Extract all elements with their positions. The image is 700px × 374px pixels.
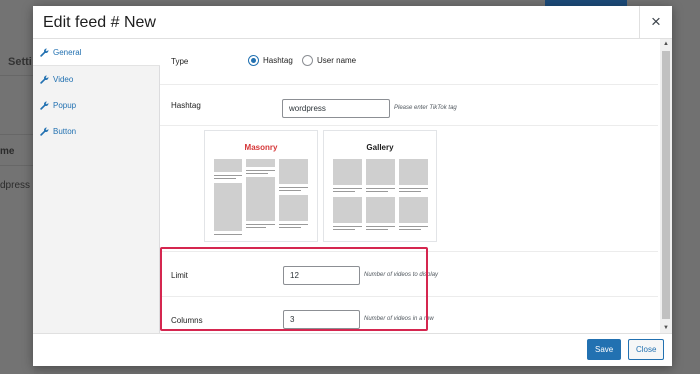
- columns-hint: Number of videos in a row: [364, 316, 434, 322]
- background-divider: [0, 75, 34, 76]
- layout-row: [160, 126, 658, 252]
- radio-label: User name: [317, 56, 357, 65]
- general-settings-panel: Type Hashtag User name Hashtag wordpress…: [160, 39, 658, 333]
- sidebar-item-general[interactable]: General: [33, 39, 160, 66]
- hashtag-label: Hashtag: [171, 101, 201, 110]
- type-option-username[interactable]: User name: [302, 55, 356, 66]
- type-label: Type: [171, 57, 189, 66]
- wrench-icon: [40, 48, 49, 57]
- radio-label: Hashtag: [263, 56, 293, 65]
- hashtag-row: Hashtag wordpress Please enter TikTok ta…: [160, 85, 658, 126]
- modal-header: Edit feed # New ×: [33, 6, 672, 39]
- type-row: Type Hashtag User name: [160, 39, 658, 85]
- modal-title: Edit feed # New: [43, 14, 156, 31]
- edit-feed-modal: Edit feed # New × General Video Popup Bu…: [33, 6, 672, 366]
- sidebar-item-video[interactable]: Video: [33, 66, 159, 92]
- sidebar-item-button[interactable]: Button: [33, 118, 159, 144]
- background-name-text: me: [0, 146, 15, 157]
- save-button[interactable]: Save: [587, 339, 622, 360]
- background-settings-text: Setti: [8, 56, 32, 68]
- sidebar-item-popup[interactable]: Popup: [33, 92, 159, 118]
- background-divider: [0, 134, 34, 135]
- columns-row: Columns 3 Number of videos in a row: [160, 297, 658, 333]
- limit-label: Limit: [171, 271, 188, 280]
- content-scrollbar[interactable]: ▲ ▼: [660, 39, 672, 333]
- wrench-icon: [40, 101, 49, 110]
- wrench-icon: [40, 127, 49, 136]
- scroll-down-icon[interactable]: ▼: [660, 323, 672, 333]
- close-button[interactable]: Close: [628, 339, 665, 360]
- hashtag-input[interactable]: wordpress: [282, 99, 390, 118]
- limit-row: Limit 12 Number of videos to display: [160, 252, 658, 297]
- columns-input[interactable]: 3: [283, 310, 360, 329]
- type-option-hashtag[interactable]: Hashtag: [248, 55, 293, 66]
- radio-unselected-icon: [302, 55, 313, 66]
- background-wordpress-text: dpress: [0, 180, 31, 191]
- sidebar-item-label: General: [53, 47, 82, 57]
- sidebar-item-label: Video: [53, 74, 74, 84]
- limit-hint: Number of videos to display: [364, 272, 439, 278]
- hashtag-hint: Please enter TikTok tag: [394, 105, 457, 111]
- scrollbar-thumb[interactable]: [662, 51, 670, 319]
- wrench-icon: [40, 75, 49, 84]
- columns-label: Columns: [171, 316, 203, 325]
- limit-input[interactable]: 12: [283, 266, 360, 285]
- modal-sidebar: General Video Popup Button: [33, 39, 160, 333]
- sidebar-item-label: Popup: [53, 100, 77, 110]
- sidebar-item-label: Button: [53, 126, 77, 136]
- scroll-up-icon[interactable]: ▲: [660, 39, 672, 49]
- close-icon[interactable]: ×: [639, 6, 672, 39]
- background-divider: [0, 165, 34, 166]
- radio-selected-icon: [248, 55, 259, 66]
- modal-footer: Save Close: [33, 333, 672, 366]
